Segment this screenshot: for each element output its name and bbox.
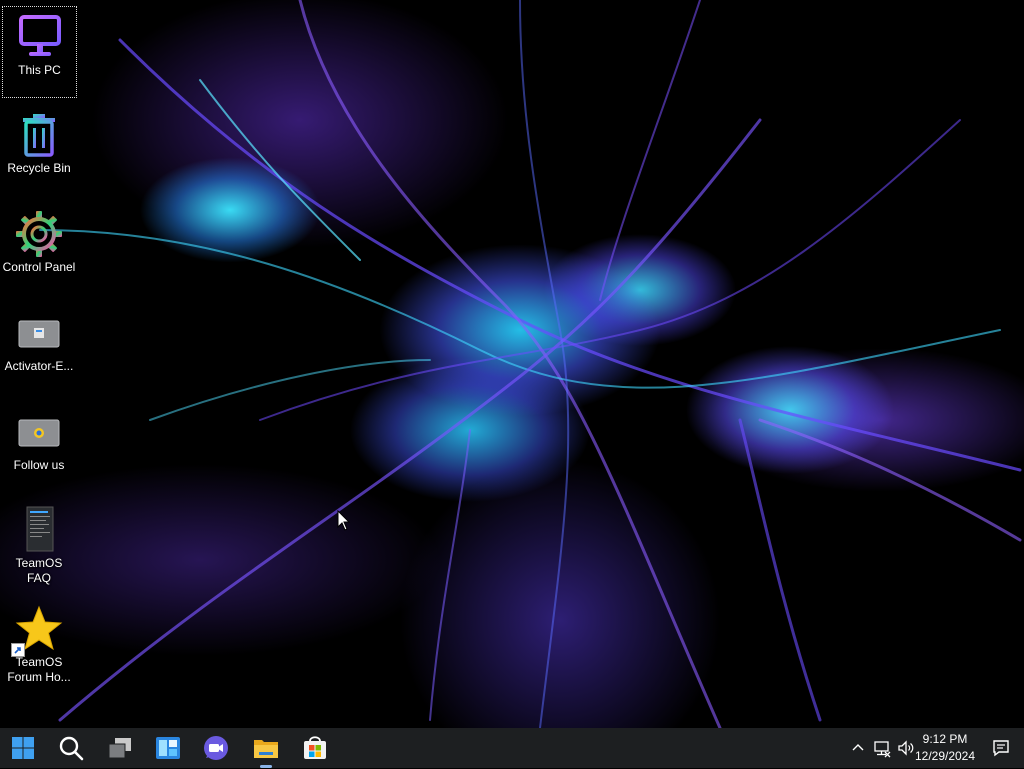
- start-button[interactable]: [7, 732, 39, 764]
- search-icon: [55, 736, 87, 768]
- desktop-icon-label: Recycle Bin: [7, 161, 71, 175]
- desktop-icon-activator[interactable]: Activator-E...: [0, 303, 78, 395]
- file-explorer-button[interactable]: [250, 732, 282, 768]
- desktop-icon-teamos-forum[interactable]: TeamOS Forum Ho...: [0, 599, 78, 691]
- task-view-icon: [104, 738, 136, 768]
- document-thumbnail-icon: [15, 506, 63, 554]
- star-icon: [11, 605, 63, 657]
- widgets-button[interactable]: [152, 732, 184, 764]
- widgets-icon: [152, 737, 184, 768]
- store-button[interactable]: [299, 732, 331, 764]
- wallpaper-streaks: [39, 0, 1022, 728]
- desktop-icon-control-panel[interactable]: Control Panel: [0, 204, 78, 296]
- store-icon: [299, 736, 331, 768]
- desktop-wallpaper[interactable]: This PC Recycle Bin Control Panel Activa…: [0, 0, 1024, 728]
- mouse-cursor-icon: [337, 509, 351, 537]
- desktop-icon-label: Control Panel: [2, 260, 76, 274]
- clock-date: 12/29/2024: [914, 749, 976, 763]
- desktop-icon-label: Activator-E...: [4, 359, 74, 373]
- gear-icon: [15, 210, 63, 258]
- desktop-icon-label: TeamOS FAQ: [15, 556, 63, 585]
- notification-icon: [991, 740, 1011, 762]
- shortcut-thumbnail-icon: [15, 309, 63, 357]
- shortcut-thumbnail-icon: [15, 408, 63, 456]
- desktop-icon-teamos-faq[interactable]: TeamOS FAQ: [0, 500, 78, 592]
- desktop-icon-label: Follow us: [13, 458, 65, 472]
- desktop-icon-label: This PC: [18, 63, 61, 77]
- monitor-icon: [16, 13, 64, 61]
- chat-button[interactable]: [200, 732, 232, 764]
- notification-button[interactable]: [991, 738, 1011, 758]
- desktop-icon-this-pc[interactable]: This PC: [2, 6, 77, 98]
- desktop-icon-recycle-bin[interactable]: Recycle Bin: [0, 105, 78, 197]
- clock-time: 9:12 PM: [922, 732, 968, 746]
- recycle-bin-icon: [15, 111, 63, 159]
- task-view-button[interactable]: [104, 732, 136, 764]
- shortcut-arrow-icon: [11, 643, 25, 657]
- taskbar-clock[interactable]: 9:12 PM 12/29/2024: [910, 731, 980, 765]
- network-button[interactable]: [872, 738, 892, 758]
- taskbar: 9:12 PM 12/29/2024: [0, 728, 1024, 768]
- show-hidden-icons-button[interactable]: [848, 738, 868, 758]
- search-button[interactable]: [55, 732, 87, 764]
- desktop-icon-follow-us[interactable]: Follow us: [0, 402, 78, 494]
- chevron-up-icon: [848, 744, 868, 762]
- network-icon: [872, 741, 892, 762]
- chat-icon: [200, 736, 232, 768]
- start-icon: [7, 737, 39, 768]
- desktop-icon-label: TeamOS Forum Ho...: [7, 655, 71, 684]
